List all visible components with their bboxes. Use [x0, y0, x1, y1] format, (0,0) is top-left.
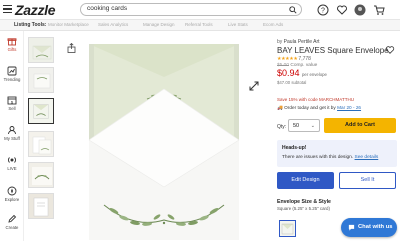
heart-icon[interactable]: [385, 45, 395, 55]
chevron-down-icon: ⌄: [310, 123, 315, 129]
heads-up-title: Heads-up!: [282, 145, 307, 151]
price: $0.94 per envelope: [277, 68, 327, 78]
chat-label: Chat with us: [358, 224, 393, 230]
trending-icon: [7, 66, 17, 76]
thumbnail-envelope-back[interactable]: [28, 67, 54, 93]
envelope-size-title: Envelope Size & Style: [277, 199, 331, 205]
star-rating-icons: ★★★★★: [277, 56, 298, 62]
hamburger-menu-icon[interactable]: [3, 5, 12, 14]
thumbnail-envelope-open[interactable]: [28, 37, 54, 63]
share-icon[interactable]: [67, 43, 76, 53]
heads-up-notice: Heads-up! There are issues with this des…: [277, 140, 397, 167]
product-title: BAY LEAVES Square Envelope: [277, 46, 389, 55]
see-details-link[interactable]: See details: [355, 155, 379, 160]
create-icon: [8, 214, 17, 223]
rail-label: Create: [5, 225, 19, 230]
truck-icon: 🚚: [277, 105, 283, 110]
rail-item-trending[interactable]: Trending: [0, 66, 24, 82]
edit-design-button[interactable]: Edit Design: [277, 172, 334, 189]
compass-icon: [7, 186, 17, 196]
heads-up-text: There are issues with this design. See d…: [282, 155, 378, 160]
tool-ecom-ads[interactable]: Ecom Ads: [263, 22, 283, 27]
rail-item-create[interactable]: Create: [0, 214, 24, 230]
subtotal: $47.00 subtotal: [277, 80, 307, 85]
help-icon[interactable]: ?: [317, 4, 329, 16]
delivery-date-link[interactable]: Mar 20 - 26: [337, 105, 361, 110]
rail-item-sell[interactable]: $ Sell: [0, 95, 24, 111]
zazzle-logo[interactable]: Zazzle: [15, 2, 56, 18]
rail-item-live[interactable]: LIVE: [0, 155, 24, 171]
thumbnail-stationery[interactable]: [28, 193, 54, 219]
qty-value: 50: [293, 123, 300, 129]
search-icon[interactable]: [289, 6, 297, 14]
live-icon: [8, 157, 16, 163]
user-icon: [8, 126, 16, 135]
search-input[interactable]: cooking cards: [80, 3, 302, 16]
rail-label: LIVE: [7, 166, 17, 171]
svg-text:?: ?: [321, 8, 325, 15]
listing-tools-label: Listing Tools:: [14, 22, 47, 28]
rail-item-my-stuff[interactable]: My Stuff: [0, 125, 24, 141]
cart-icon[interactable]: [373, 4, 385, 16]
heart-icon[interactable]: [336, 4, 348, 16]
rating-count: 7,778: [298, 56, 311, 62]
author-link[interactable]: Paula Pertile Art: [284, 39, 320, 45]
thumbnail-envelope-front-selected[interactable]: [28, 98, 54, 124]
tool-manage-design[interactable]: Manage Design: [143, 22, 175, 27]
sell-it-button[interactable]: Sell It: [339, 172, 396, 189]
tool-live-stats[interactable]: Live Stats: [228, 22, 248, 27]
thumbnail-leaves-detail[interactable]: [28, 162, 54, 188]
tool-sales-analytics[interactable]: Sales Analytics: [98, 22, 128, 27]
account-avatar-icon[interactable]: [354, 4, 366, 16]
product-byline: by Paula Pertile Art: [277, 39, 320, 45]
rail-label: Explore: [4, 197, 20, 202]
rail-label: My Stuff: [4, 136, 20, 141]
sell-icon: $: [7, 96, 17, 105]
chat-with-us-button[interactable]: Chat with us: [341, 218, 397, 237]
left-rail: Gifts Trending $ Sell My Stuff LIVE Expl…: [0, 31, 24, 241]
rail-label: Gifts: [7, 47, 17, 52]
rail-item-gifts[interactable]: Gifts: [0, 36, 24, 52]
rail-item-explore[interactable]: Explore: [0, 186, 24, 202]
thumbnail-card-set[interactable]: [28, 131, 54, 157]
envelope-size-value: Square (5.25" x 5.25" card): [277, 206, 330, 211]
tool-referral-tools[interactable]: Referral Tools: [185, 22, 213, 27]
listing-tools-bar: Listing Tools: Monitor Marketplace Sales…: [0, 20, 400, 31]
product-image[interactable]: [59, 37, 270, 241]
price-value: $0.94: [277, 68, 300, 78]
heads-up-message: There are issues with this design.: [282, 155, 354, 160]
price-unit: per envelope: [302, 72, 327, 77]
quantity-select[interactable]: 50 ⌄: [288, 119, 320, 132]
rail-label: Trending: [3, 77, 21, 82]
chat-bubble-icon: [348, 224, 355, 231]
search-input-value: cooking cards: [87, 5, 128, 12]
byline-prefix: by: [277, 39, 283, 45]
order-text: Order today and get it by: [284, 105, 336, 110]
rail-label: Sell: [8, 106, 16, 111]
rating-stars[interactable]: ★★★★★7,778: [277, 56, 311, 62]
tool-monitor-marketplace[interactable]: Monitor Marketplace: [48, 22, 89, 27]
promo-text: Save 15% with code MARCHMATTHU: [277, 97, 354, 102]
site-header: Zazzle cooking cards ?: [0, 0, 400, 20]
envelope-size-option[interactable]: [279, 220, 296, 237]
add-to-cart-button[interactable]: Add to Cart: [324, 118, 396, 133]
gift-icon: [7, 38, 17, 46]
qty-label: Qty:: [277, 124, 287, 130]
delivery-estimate: 🚚 Order today and get it by Mar 20 - 26: [277, 105, 361, 111]
expand-icon[interactable]: [249, 81, 259, 91]
